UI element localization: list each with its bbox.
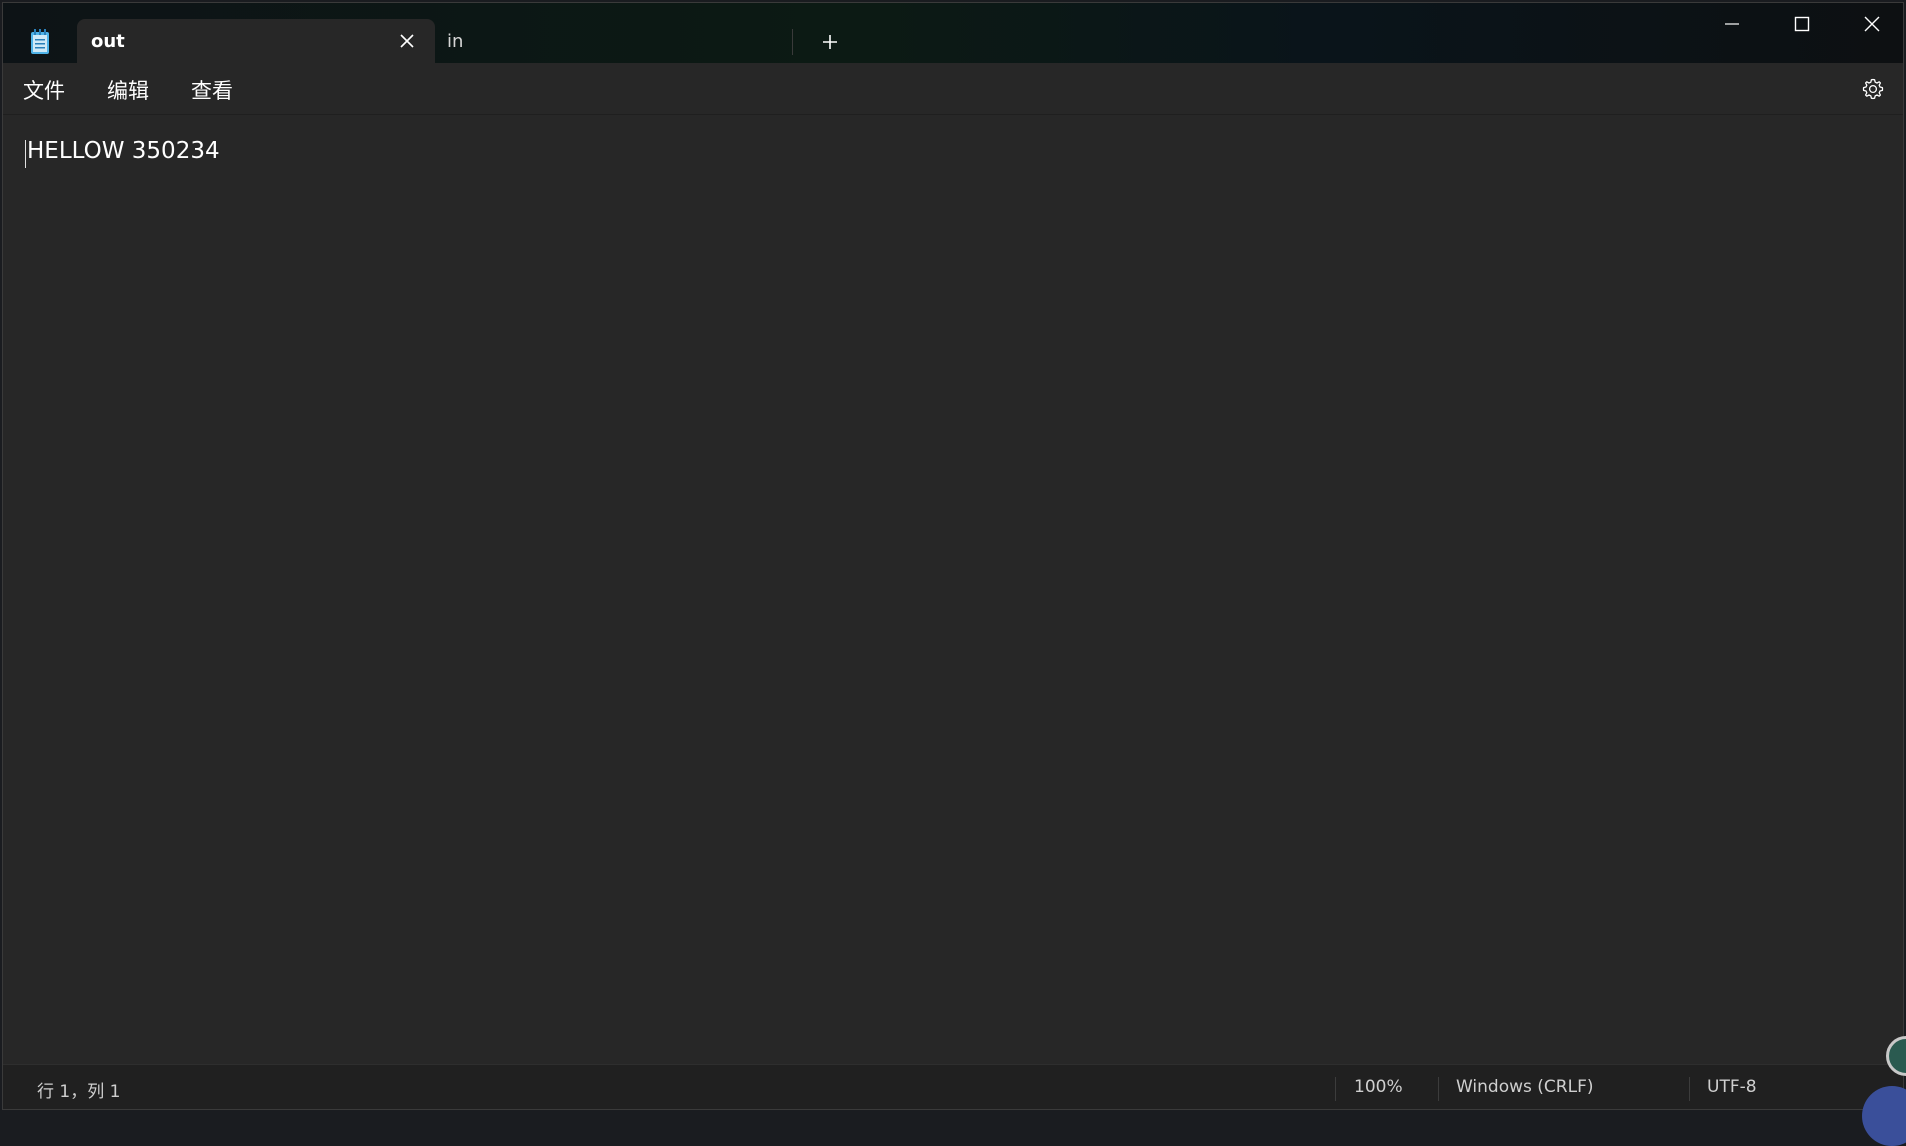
- menu-bar: 文件 编辑 查看: [3, 63, 1903, 115]
- gear-icon: [1861, 77, 1885, 105]
- new-tab-button[interactable]: [815, 29, 845, 59]
- text-editor[interactable]: HELLOW 350234: [3, 116, 1903, 1064]
- settings-button[interactable]: [1859, 77, 1887, 105]
- zoom-level[interactable]: 100%: [1354, 1077, 1403, 1097]
- menu-file[interactable]: 文件: [23, 75, 65, 105]
- maximize-icon: [1794, 16, 1810, 36]
- minimize-button[interactable]: [1697, 3, 1767, 49]
- plus-icon: [820, 32, 840, 56]
- status-divider: [1335, 1077, 1336, 1101]
- line-ending[interactable]: Windows (CRLF): [1456, 1077, 1594, 1097]
- notepad-icon: [21, 23, 59, 61]
- title-bar: out in: [3, 3, 1903, 63]
- minimize-icon: [1724, 16, 1740, 36]
- tab-label: in: [447, 30, 464, 52]
- status-divider: [1689, 1077, 1690, 1101]
- close-window-button[interactable]: [1837, 3, 1903, 49]
- editor-content[interactable]: HELLOW 350234: [27, 138, 220, 164]
- notepad-window: out in 文件 编辑 查看 HELLOW 350234 行 1，列 1 10…: [2, 2, 1904, 1110]
- cursor-position: 行 1，列 1: [37, 1082, 121, 1102]
- tab-label: out: [91, 30, 125, 52]
- status-bar: 行 1，列 1 100% Windows (CRLF) UTF-8: [3, 1064, 1903, 1109]
- close-icon[interactable]: [397, 31, 417, 51]
- tab-out[interactable]: out: [77, 19, 435, 63]
- status-divider: [1438, 1077, 1439, 1101]
- tab-divider: [792, 29, 793, 55]
- maximize-button[interactable]: [1767, 3, 1837, 49]
- menu-edit[interactable]: 编辑: [107, 75, 149, 105]
- close-icon: [1863, 15, 1881, 37]
- text-caret: [25, 140, 26, 168]
- encoding[interactable]: UTF-8: [1707, 1077, 1757, 1097]
- menu-view[interactable]: 查看: [191, 75, 233, 105]
- tab-in[interactable]: in: [437, 19, 791, 63]
